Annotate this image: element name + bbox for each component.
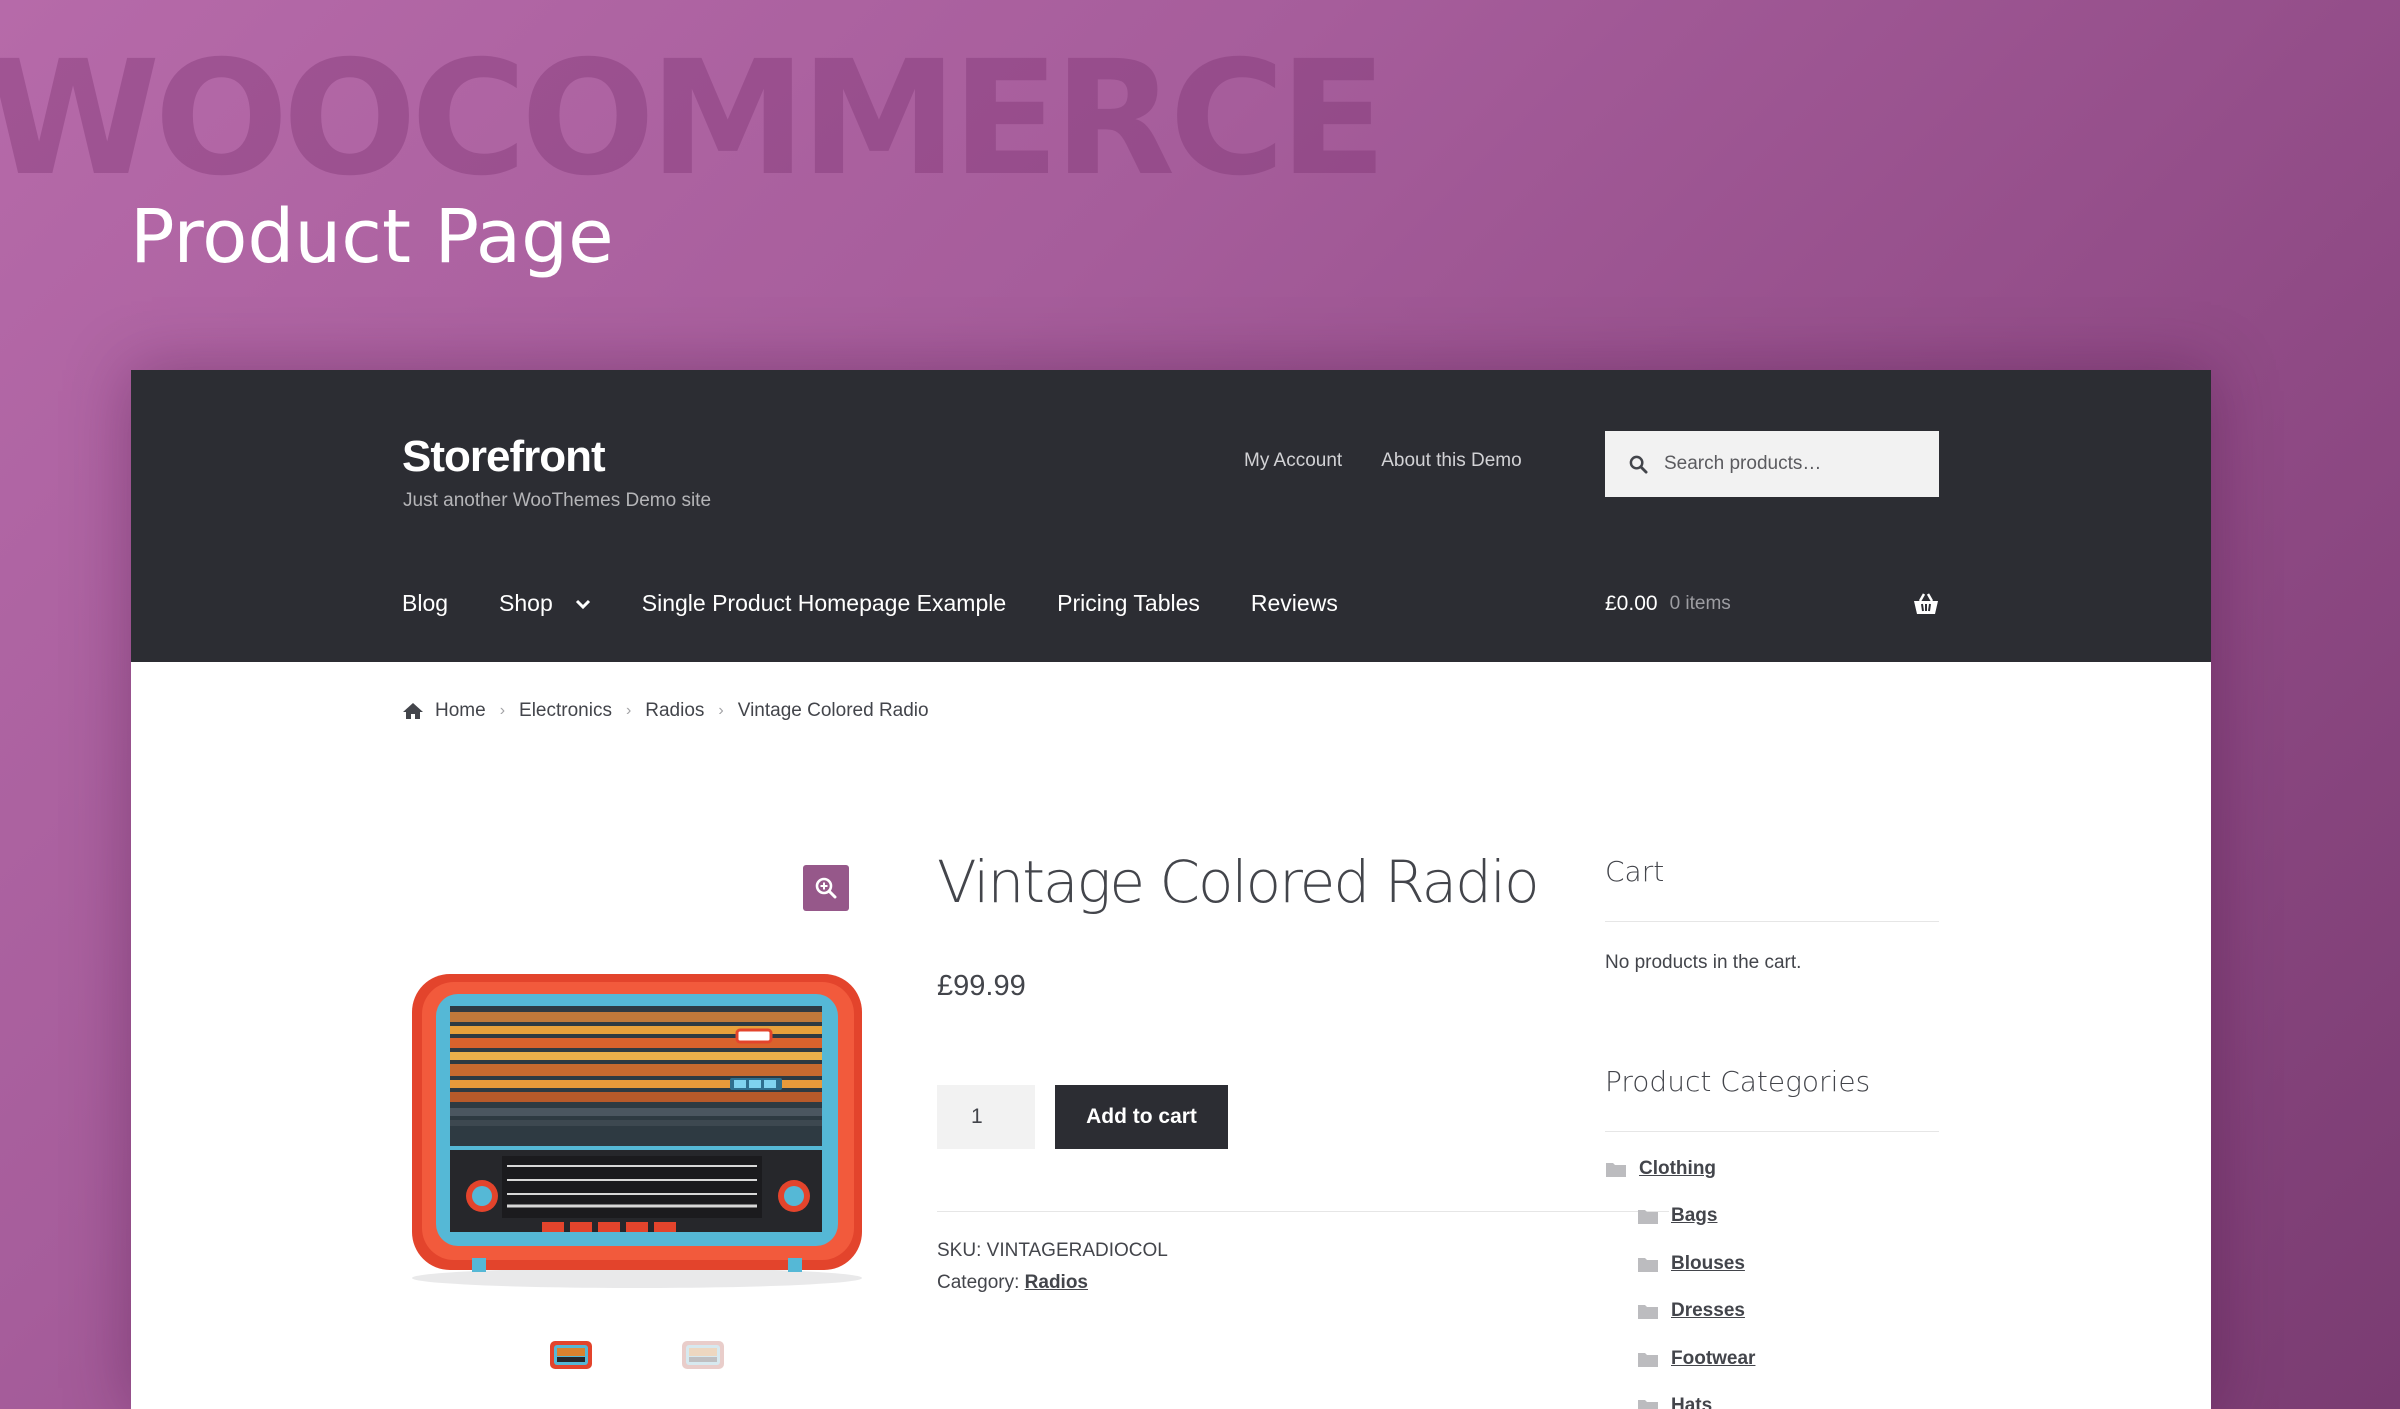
cart-widget-title: Cart	[1605, 855, 1665, 888]
nav-reviews-label: Reviews	[1250, 590, 1338, 616]
chevron-right-icon: ›	[625, 702, 632, 719]
browser-frame: Storefront Just another WooThemes Demo s…	[131, 370, 2211, 1409]
product-title: Vintage Colored Radio	[937, 848, 1540, 916]
chevron-right-icon: ›	[499, 702, 506, 719]
header-cart-count: 0 items	[1669, 593, 1731, 614]
product-price: £99.99	[937, 970, 1026, 1002]
category-label-hats[interactable]: Hats	[1671, 1395, 1712, 1409]
category-row: Category: Radios	[937, 1267, 1168, 1299]
breadcrumb-electronics[interactable]: Electronics	[519, 700, 612, 722]
divider	[937, 1211, 1669, 1212]
nav-my-account[interactable]: My Account	[1244, 450, 1342, 472]
categories-widget-title: Product Categories	[1605, 1065, 1871, 1098]
nav-single-product[interactable]: Single Product Homepage Example	[642, 590, 1006, 617]
site-title[interactable]: Storefront	[402, 432, 606, 482]
product-meta: SKU: VINTAGERADIOCOL Category: Radios	[937, 1235, 1168, 1299]
search-input[interactable]	[1662, 452, 1926, 476]
nav-reviews[interactable]: Reviews	[1251, 590, 1338, 617]
category-item-bags[interactable]: Bags	[1637, 1205, 1717, 1227]
nav-shop[interactable]: Shop	[499, 590, 591, 617]
hero-watermark: WOOCOMMERCE	[0, 27, 1387, 211]
folder-icon	[1638, 1399, 1658, 1409]
folder-icon	[1638, 1257, 1658, 1272]
zoom-icon	[815, 877, 837, 899]
category-item-footwear[interactable]: Footwear	[1637, 1348, 1755, 1370]
category-link[interactable]: Radios	[1025, 1272, 1088, 1293]
breadcrumb-current: Vintage Colored Radio	[737, 700, 929, 721]
cart-empty-message: No products in the cart.	[1605, 952, 1802, 973]
basket-icon[interactable]	[1913, 593, 1939, 615]
nav-blog[interactable]: Blog	[402, 590, 448, 617]
primary-nav: Blog Shop Single Product Homepage Exampl…	[402, 590, 1389, 617]
product-thumbnail[interactable]	[549, 1340, 593, 1370]
nav-blog-label: Blog	[402, 590, 449, 616]
thumbnail-strip	[549, 1340, 725, 1370]
zoom-button[interactable]	[803, 865, 849, 911]
category-label: Category:	[937, 1272, 1020, 1293]
chevron-down-icon	[575, 599, 590, 609]
header-cart-amount: £0.00	[1605, 592, 1658, 615]
breadcrumb: Home › Electronics › Radios › Vintage Co…	[402, 700, 929, 722]
sku-value: VINTAGERADIOCOL	[986, 1240, 1168, 1261]
search-icon	[1629, 455, 1648, 474]
nav-pricing-tables[interactable]: Pricing Tables	[1057, 590, 1200, 617]
nav-about-demo[interactable]: About this Demo	[1381, 450, 1521, 472]
category-label-footwear[interactable]: Footwear	[1671, 1348, 1755, 1370]
category-item-hats[interactable]: Hats	[1637, 1395, 1712, 1409]
header-cart[interactable]: £0.00 0 items	[1605, 592, 1939, 616]
sku-label: SKU:	[937, 1240, 982, 1261]
folder-icon	[1638, 1209, 1658, 1224]
category-label-clothing[interactable]: Clothing	[1639, 1158, 1716, 1180]
category-label-blouses[interactable]: Blouses	[1671, 1253, 1745, 1275]
breadcrumb-radios[interactable]: Radios	[645, 700, 704, 722]
search-box[interactable]	[1605, 431, 1939, 497]
folder-icon	[1638, 1352, 1658, 1367]
category-item-clothing[interactable]: Clothing	[1605, 1158, 1716, 1180]
category-item-dresses[interactable]: Dresses	[1637, 1300, 1745, 1322]
site-header: Storefront Just another WooThemes Demo s…	[131, 370, 2211, 662]
divider	[1605, 921, 1939, 922]
product-thumbnail[interactable]	[681, 1340, 725, 1370]
category-item-blouses[interactable]: Blouses	[1637, 1253, 1745, 1275]
folder-icon	[1638, 1304, 1658, 1319]
breadcrumb-home[interactable]: Home	[435, 700, 486, 722]
category-label-bags[interactable]: Bags	[1671, 1205, 1717, 1227]
hero-title: Product Page	[130, 194, 614, 280]
site-tagline: Just another WooThemes Demo site	[403, 490, 712, 511]
product-image[interactable]	[402, 960, 872, 1300]
secondary-nav: My Account About this Demo	[1244, 450, 1522, 472]
nav-shop-label: Shop	[499, 590, 553, 616]
nav-single-product-label: Single Product Homepage Example	[641, 590, 1007, 616]
divider	[1605, 1131, 1939, 1132]
nav-pricing-tables-label: Pricing Tables	[1057, 590, 1200, 616]
category-label-dresses[interactable]: Dresses	[1671, 1300, 1745, 1322]
folder-icon	[1606, 1162, 1626, 1177]
sku-row: SKU: VINTAGERADIOCOL	[937, 1235, 1168, 1267]
add-to-cart-button[interactable]: Add to cart	[1055, 1085, 1228, 1149]
chevron-right-icon: ›	[718, 702, 724, 719]
home-icon[interactable]	[402, 702, 424, 720]
quantity-input[interactable]	[937, 1085, 1035, 1149]
